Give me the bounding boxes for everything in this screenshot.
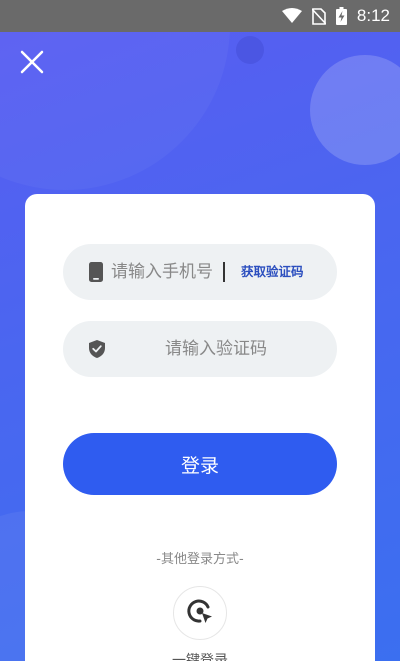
decor-circle [310,55,400,165]
one-click-login-label: 一键登录 [172,653,228,661]
text-cursor [223,262,225,282]
battery-charging-icon [335,7,347,25]
one-click-login-button[interactable] [173,586,227,640]
get-code-button[interactable]: 获取验证码 [241,244,304,300]
decor-circle [236,36,264,64]
no-sim-icon [311,7,326,25]
shield-check-icon [89,340,105,358]
phone-field: 获取验证码 [63,244,337,300]
phone-icon [89,262,103,282]
close-button[interactable] [18,50,46,78]
status-time: 8:12 [356,6,390,25]
login-button[interactable]: 登录 [63,433,337,495]
status-bar: 8:12 [0,0,400,32]
close-icon [20,50,44,78]
code-input[interactable] [111,321,321,377]
one-click-login-icon [186,597,214,629]
code-field [63,321,337,377]
wifi-icon [281,8,302,24]
login-card: 获取验证码 登录 -其他登录方式- 一键登录 [25,194,375,661]
phone-input[interactable] [111,244,223,300]
other-login-label: -其他登录方式- [156,552,244,567]
